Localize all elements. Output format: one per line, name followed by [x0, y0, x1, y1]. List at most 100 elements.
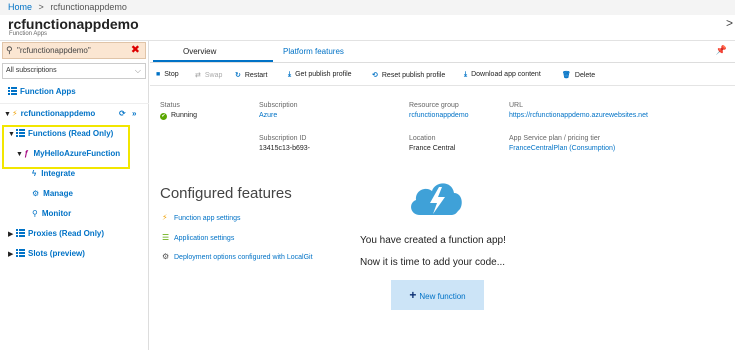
subscription-link[interactable]: Azure	[259, 112, 277, 119]
lightning-icon: ϟ	[32, 169, 37, 178]
refresh-icon[interactable]: ⟳	[119, 108, 126, 120]
configured-features-heading: Configured features	[160, 185, 292, 202]
reset-publish-profile-button[interactable]: ⟲ Reset publish profile	[372, 71, 445, 79]
sidebar-item-proxies[interactable]: ▶ Proxies (Read Only)	[8, 228, 104, 240]
sidebar-item-label: Integrate	[41, 169, 76, 178]
status-text: Running	[171, 112, 198, 119]
sidebar-item-label: Monitor	[41, 209, 72, 218]
trash-icon: 🗑	[562, 72, 571, 79]
expand-triangle-icon[interactable]: ▶	[8, 249, 16, 261]
sidebar-item-monitor[interactable]: ⚲ Monitor	[32, 208, 71, 220]
function-app-settings-label: Function app settings	[174, 215, 241, 222]
location-label: Location	[409, 135, 436, 142]
url-label: URL	[509, 102, 524, 109]
list-icon	[8, 87, 17, 95]
search-input[interactable]: ⚲ "rcfunctionappdemo" ✖	[2, 42, 146, 59]
active-tab-indicator	[153, 60, 273, 62]
sidebar-item-function-apps[interactable]: Function Apps	[8, 86, 76, 98]
sidebar-item-app[interactable]: ▼⚡ rcfunctionappdemo ⟳ »	[4, 108, 146, 120]
subscription-id-value: 13415c13-b693-	[259, 145, 310, 152]
download-app-content-label: Download app content	[471, 71, 541, 78]
breadcrumb-home[interactable]: Home	[8, 2, 32, 12]
sidebar-item-label: Proxies (Read Only)	[28, 229, 105, 238]
restart-button[interactable]: ↻ Restart	[235, 71, 267, 79]
stop-icon: ■	[156, 71, 161, 78]
subscription-filter-value: All subscriptions	[6, 67, 57, 74]
breadcrumb-current: rcfunctionappdemo	[50, 2, 127, 12]
status-value: ✔ Running	[160, 112, 197, 120]
sidebar-item-label: MyHelloAzureFunction	[33, 149, 121, 158]
new-function-button[interactable]: + New function	[391, 280, 484, 310]
get-publish-profile-button[interactable]: ⤓ Get publish profile	[288, 71, 352, 79]
gear-icon: ⚙	[162, 252, 170, 261]
download-app-content-button[interactable]: ⤓ Download app content	[464, 71, 541, 79]
list-icon	[16, 229, 25, 237]
chevron-down-icon: ⌵	[134, 66, 141, 75]
swap-label: Swap	[204, 72, 223, 79]
sidebar-item-label: Function Apps	[20, 87, 76, 96]
sidebar-item-integrate[interactable]: ϟ Integrate	[32, 168, 75, 180]
delete-button[interactable]: 🗑 Delete	[562, 71, 595, 79]
pin-icon[interactable]: 📌	[716, 45, 727, 56]
plus-icon: +	[409, 288, 417, 302]
new-function-label: New function	[419, 292, 466, 301]
stop-label: Stop	[164, 71, 179, 78]
plan-link[interactable]: FranceCentralPlan (Consumption)	[509, 145, 615, 152]
expand-triangle-icon[interactable]: ▼	[4, 109, 12, 121]
add-code-message: Now it is time to add your code...	[360, 257, 506, 268]
application-settings-label: Application settings	[174, 235, 235, 242]
clear-search-icon[interactable]: ✖	[131, 43, 140, 58]
check-icon: ✔	[160, 113, 167, 120]
sidebar-item-function[interactable]: ▼ƒ MyHelloAzureFunction	[16, 148, 120, 160]
search-icon: ⚲	[32, 209, 38, 218]
delete-label: Delete	[574, 72, 596, 79]
swap-button: ⇄ Swap	[195, 71, 222, 79]
reset-icon: ⟲	[372, 72, 378, 79]
download-icon: ⤓	[288, 71, 292, 78]
tab-platform-features[interactable]: Platform features	[283, 47, 344, 56]
list-icon	[16, 249, 25, 257]
function-app-icon: ⚡	[162, 213, 168, 222]
collapse-icon[interactable]: >	[726, 16, 733, 30]
get-publish-profile-label: Get publish profile	[295, 71, 352, 78]
tab-overview[interactable]: Overview	[183, 47, 216, 56]
toolbar: ■ Stop ⇄ Swap ↻ Restart ⤓ Get publish profil…	[150, 64, 735, 86]
plan-label: App Service plan / pricing tier	[509, 135, 601, 142]
collapse-sidebar-icon[interactable]: »	[132, 108, 136, 120]
function-app-icon: ⚡	[12, 109, 18, 118]
search-value: "rcfunctionappdemo"	[17, 46, 91, 55]
swap-icon: ⇄	[195, 72, 201, 79]
cloud-lightning-icon	[411, 183, 462, 215]
sidebar-item-label: Slots (preview)	[28, 249, 85, 258]
expand-triangle-icon[interactable]: ▼	[8, 129, 16, 141]
reset-publish-profile-label: Reset publish profile	[381, 72, 446, 79]
sidebar-item-manage[interactable]: ⚙ Manage	[32, 188, 73, 200]
breadcrumb: Home > rcfunctionappdemo	[0, 0, 735, 15]
function-icon: ƒ	[24, 149, 29, 158]
subscription-filter[interactable]: All subscriptions ⌵	[2, 63, 146, 79]
sidebar-item-label: Functions (Read Only)	[28, 129, 114, 138]
stop-button[interactable]: ■ Stop	[156, 71, 179, 78]
download-icon: ⤓	[464, 71, 468, 78]
application-settings-link[interactable]: ☰ Application settings	[162, 233, 234, 242]
breadcrumb-separator: >	[38, 2, 44, 12]
subscription-label: Subscription	[259, 102, 298, 109]
settings-icon: ☰	[162, 233, 170, 242]
page-title: rcfunctionappdemo	[8, 16, 139, 32]
url-link[interactable]: https://rcfunctionappdemo.azurewebsites.…	[509, 112, 648, 119]
location-value: France Central	[409, 145, 456, 152]
status-label: Status	[160, 102, 180, 109]
deployment-options-link[interactable]: ⚙ Deployment options configured with Loca…	[162, 252, 313, 261]
resource-group-label: Resource group	[409, 102, 459, 109]
sidebar-item-slots[interactable]: ▶ Slots (preview)	[8, 248, 85, 260]
search-icon: ⚲	[6, 45, 13, 55]
sidebar-item-label: rcfunctionappdemo	[20, 109, 96, 118]
expand-triangle-icon[interactable]: ▶	[8, 229, 16, 241]
expand-triangle-icon[interactable]: ▼	[16, 149, 24, 161]
function-app-settings-link[interactable]: ⚡ Function app settings	[162, 213, 241, 222]
sidebar-item-functions[interactable]: ▼ Functions (Read Only)	[8, 128, 113, 140]
restart-icon: ↻	[235, 72, 241, 79]
resource-group-link[interactable]: rcfunctionappdemo	[409, 112, 469, 119]
sidebar-item-label: Manage	[43, 189, 73, 198]
subscription-id-label: Subscription ID	[259, 135, 307, 142]
